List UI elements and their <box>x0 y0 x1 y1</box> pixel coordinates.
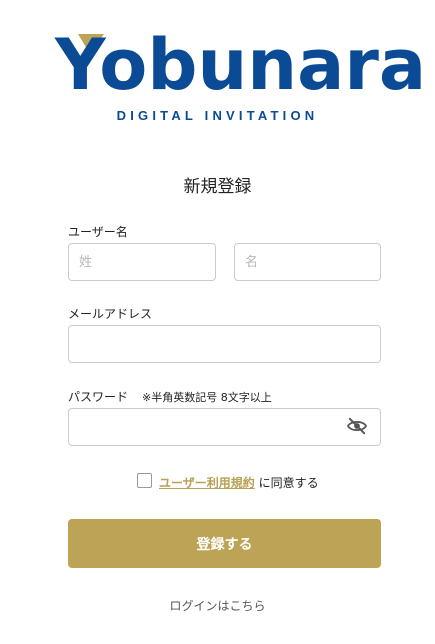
username-label: ユーザー名 <box>68 225 128 239</box>
email-field[interactable] <box>68 325 381 363</box>
register-button[interactable]: 登録する <box>68 519 381 568</box>
agree-checkbox[interactable] <box>137 473 152 488</box>
logo-wordmark: Yobunara <box>55 24 427 106</box>
agree-suffix: に同意する <box>258 476 319 490</box>
page-title: 新規登録 <box>183 177 252 197</box>
logo-tagline: DIGITAL INVITATION <box>116 108 319 123</box>
terms-link[interactable]: ユーザー利用規約 <box>159 476 255 490</box>
eye-off-icon[interactable] <box>346 417 368 435</box>
login-link[interactable]: ログインはこちら <box>0 597 435 614</box>
first-name-input[interactable] <box>234 243 381 281</box>
last-name-input[interactable] <box>68 243 216 281</box>
password-label: パスワード <box>68 390 129 404</box>
password-requirement-note: ※半角英数記号 8文字以上 <box>142 391 272 404</box>
password-label-row: パスワード ※半角英数記号 8文字以上 <box>68 388 272 405</box>
agree-text: ユーザー利用規約 に同意する <box>159 474 319 491</box>
password-field[interactable] <box>68 408 381 446</box>
email-label: メールアドレス <box>68 307 153 321</box>
